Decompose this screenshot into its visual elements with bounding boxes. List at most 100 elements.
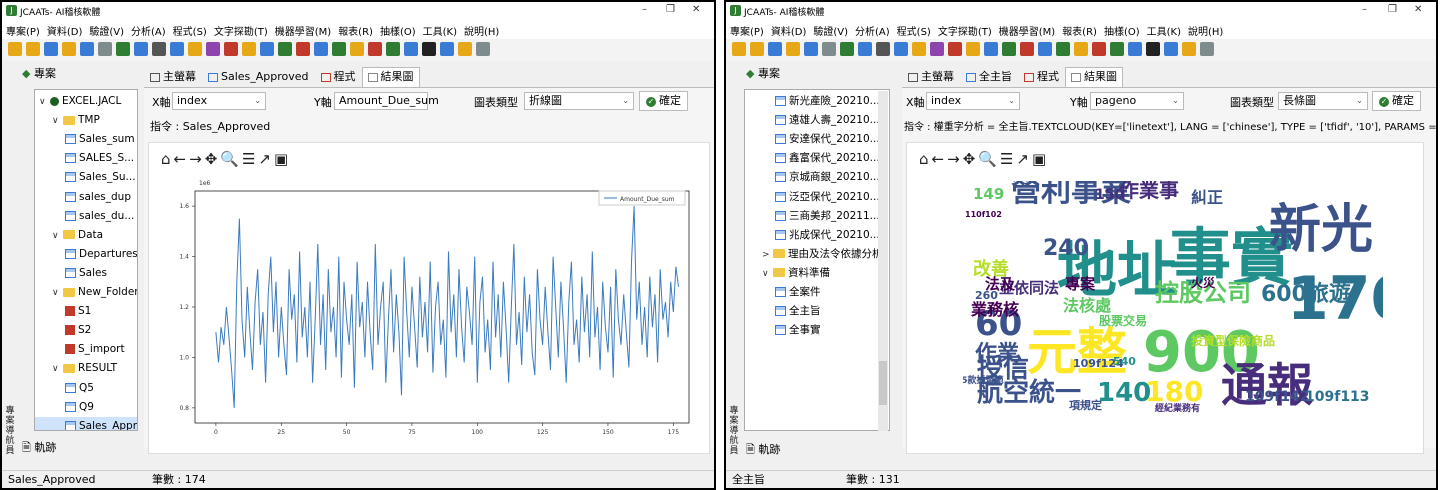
minimize-icon[interactable]: – [642,4,647,15]
forward-icon[interactable]: → [947,150,962,168]
tab-script[interactable]: 程式 [315,67,362,87]
y-axis-select[interactable]: pageno ⌄ [1090,92,1184,110]
toolbar-tool-icon[interactable] [1074,42,1088,56]
toolbar-tool-icon[interactable] [206,42,220,56]
toolbar-tool-icon[interactable] [278,42,292,56]
menu-analysis[interactable]: 分析(A) [127,20,169,38]
toolbar-tool-icon[interactable] [1110,42,1124,56]
menu-verify[interactable]: 驗證(V) [809,20,851,38]
toolbar-tool-icon[interactable] [948,42,962,56]
tree-item[interactable]: 京城商銀_20210... [745,168,889,187]
toolbar-tool-icon[interactable] [1038,42,1052,56]
toolbar-tool-icon[interactable] [152,42,166,56]
zoom-icon[interactable]: 🔍 [220,150,241,168]
menu-data[interactable]: 資料(D) [43,20,86,38]
tree-item[interactable]: Sales_Su... [35,168,137,187]
toolbar-tool-icon[interactable] [1056,42,1070,56]
tree-item[interactable]: 遠雄人壽_20210... [745,111,889,130]
tree-item[interactable]: 泛亞保代_20210... [745,188,889,207]
toolbar-tool-icon[interactable] [404,42,418,56]
toolbar-tool-icon[interactable] [476,42,490,56]
menu-text-mining[interactable]: 文字探勘(T) [210,20,271,38]
toolbar-tool-icon[interactable] [768,42,782,56]
minimize-icon[interactable]: – [1362,4,1367,15]
tree-item[interactable]: Q9 [35,398,137,417]
tree-item[interactable]: ∨ RESULT [35,359,137,378]
x-axis-select[interactable]: index ⌄ [926,92,1020,110]
chevron-icon[interactable]: ∨ [39,93,50,112]
tree-item[interactable]: 三商美邦_20211... [745,207,889,226]
project-navigator-tab[interactable]: 專案導航員 [4,406,16,456]
toolbar-tool-icon[interactable] [1182,42,1196,56]
menu-sampling[interactable]: 抽樣(O) [376,20,419,38]
toolbar-tool-icon[interactable] [894,42,908,56]
back-icon[interactable]: ← [174,150,189,168]
toolbar-tool-icon[interactable] [26,42,40,56]
tree-item[interactable]: 安達保代_20210... [745,130,889,149]
tab-home[interactable]: 主螢幕 [144,67,202,87]
home-icon[interactable]: ⌂ [161,150,173,168]
toolbar-tool-icon[interactable] [260,42,274,56]
chevron-icon[interactable]: ∨ [52,284,63,303]
toolbar-tool-icon[interactable] [242,42,256,56]
menu-help[interactable]: 說明(H) [1184,20,1226,38]
project-navigator-tab[interactable]: 專案導航員 [728,406,740,456]
tree-item[interactable]: ∨ Data [35,226,137,245]
configure-icon[interactable]: ☰ [242,150,257,168]
tree-item[interactable]: > 理由及法令依據分析 [745,245,889,264]
toolbar-tool-icon[interactable] [858,42,872,56]
tree-item[interactable]: Sales [35,264,137,283]
toolbar-tool-icon[interactable] [62,42,76,56]
audit-trail-tab[interactable]: 🗎 軌跡 [22,439,56,458]
tree-item[interactable]: Departures [35,245,137,264]
toolbar-tool-icon[interactable] [386,42,400,56]
tree-item[interactable]: 全主旨 [745,302,889,321]
close-icon[interactable]: ✕ [692,4,700,15]
toolbar-tool-icon[interactable] [350,42,364,56]
toolbar-tool-icon[interactable] [912,42,926,56]
tree-item[interactable]: ∨ TMP [35,111,137,130]
menu-tools[interactable]: 工具(K) [1143,20,1184,38]
tree-item[interactable]: 鑫富保代_20210... [745,149,889,168]
close-icon[interactable]: ✕ [1414,4,1422,15]
toolbar-tool-icon[interactable] [876,42,890,56]
home-icon[interactable]: ⌂ [919,150,931,168]
tree-item[interactable]: 全案件 [745,283,889,302]
tab-script[interactable]: 程式 [1018,67,1065,87]
toolbar-tool-icon[interactable] [8,42,22,56]
tree-item[interactable]: S2 [35,321,137,340]
tree-scrollbar[interactable] [878,91,888,431]
menu-project[interactable]: 專案(P) [2,20,43,38]
tree-item[interactable]: Sales_Appr... [35,416,137,430]
toolbar-tool-icon[interactable] [966,42,980,56]
menu-tools[interactable]: 工具(K) [419,20,460,38]
tree-item[interactable]: sales_du... [35,207,137,226]
chevron-icon[interactable]: ∨ [52,227,63,246]
pan-icon[interactable]: ✥ [205,150,220,168]
menu-sampling[interactable]: 抽樣(O) [1100,20,1143,38]
chevron-icon[interactable]: ∨ [762,265,773,284]
toolbar-tool-icon[interactable] [296,42,310,56]
toolbar-tool-icon[interactable] [134,42,148,56]
scrollbar-thumb[interactable] [879,361,887,405]
toolbar-tool-icon[interactable] [224,42,238,56]
toolbar-tool-icon[interactable] [750,42,764,56]
toolbar-tool-icon[interactable] [44,42,58,56]
toolbar-tool-icon[interactable] [732,42,746,56]
toolbar-tool-icon[interactable] [1164,42,1178,56]
menu-verify[interactable]: 驗證(V) [85,20,127,38]
menu-report[interactable]: 報表(R) [334,20,376,38]
tree-item[interactable]: ∨ New_Folder [35,283,137,302]
chevron-icon[interactable]: > [762,246,773,265]
pan-icon[interactable]: ✥ [963,150,978,168]
toolbar-tool-icon[interactable] [188,42,202,56]
confirm-button[interactable]: ✓ 確定 [1372,91,1421,111]
toolbar-tool-icon[interactable] [458,42,472,56]
tree-item[interactable]: Sales_sum [35,130,137,149]
y-axis-select[interactable]: Amount_Due_sum ⌄ [334,92,439,110]
tree-item[interactable]: SALES_S... [35,149,137,168]
chevron-icon[interactable]: ∨ [52,360,63,379]
menu-machine-learning[interactable]: 機器學習(M) [271,20,334,38]
toolbar-tool-icon[interactable] [1002,42,1016,56]
toolbar-tool-icon[interactable] [1020,42,1034,56]
